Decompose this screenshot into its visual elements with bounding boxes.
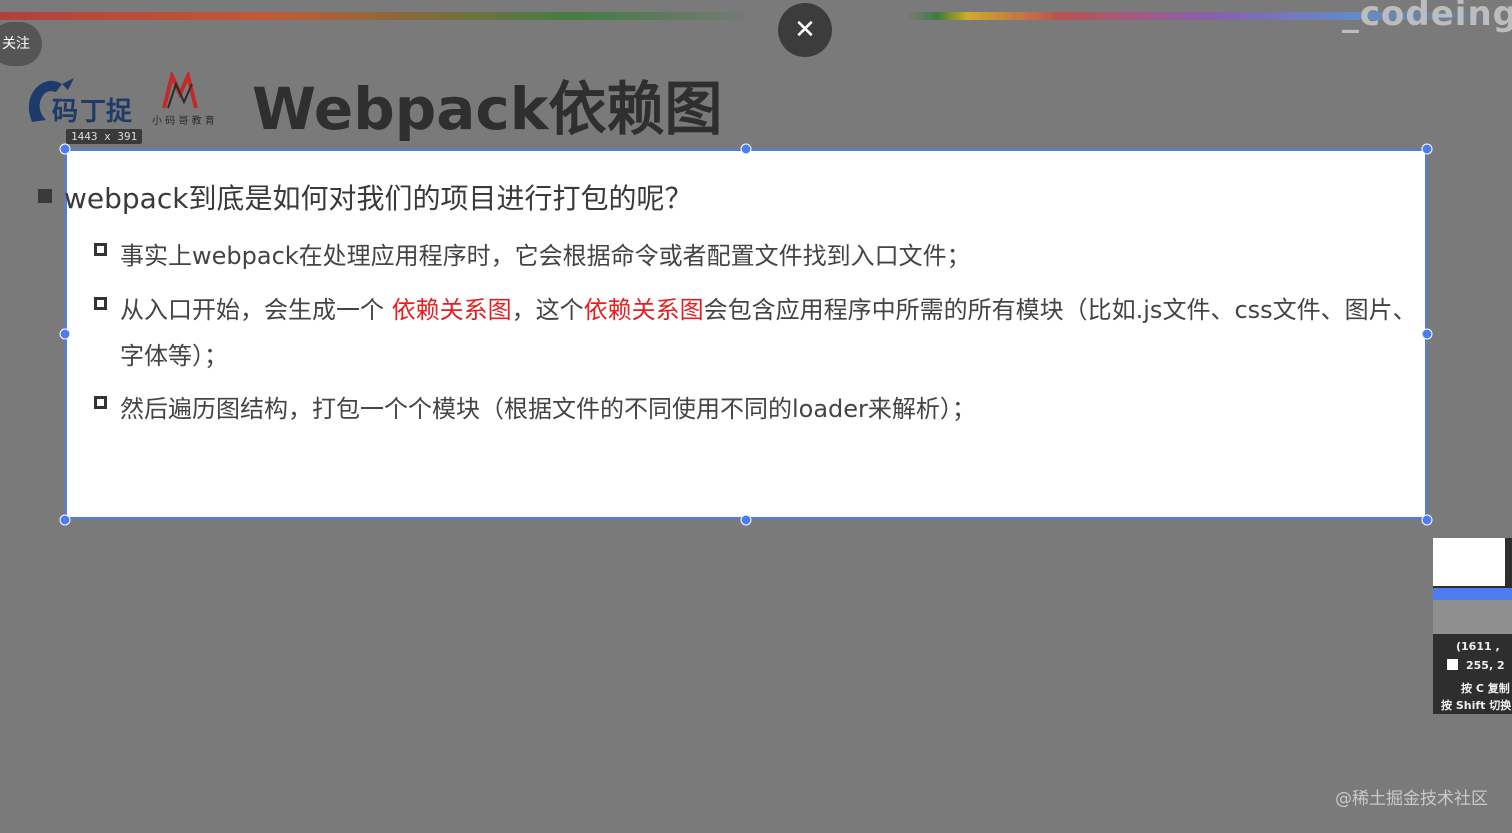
follow-button[interactable]: 关注 — [0, 22, 42, 66]
resize-handle-left[interactable] — [59, 328, 71, 340]
magnifier-preview — [1433, 538, 1505, 586]
rgb-value: 255, 2 — [1466, 659, 1505, 672]
list-item: 从入口开始，会生成一个 依赖关系图，这个依赖关系图会包含应用程序中所需的所有模块… — [120, 290, 1417, 325]
logo-subtitle: 小 码 哥 教 育 — [152, 114, 215, 127]
copy-hint: 按 C 复制 — [1461, 682, 1510, 695]
shift-hint: 按 Shift 切换 — [1441, 699, 1512, 712]
company-logo-icon: 小 码 哥 教 育 — [152, 72, 215, 127]
list-item: 然后遍历图结构，打包一个个模块（根据文件的不同使用不同的loader来解析）； — [120, 395, 976, 423]
list-item-text: ，这个 — [511, 296, 584, 324]
magnifier-preview-edge — [1433, 588, 1512, 600]
resize-handle-top-left[interactable] — [59, 143, 71, 155]
resize-handle-bottom-right[interactable] — [1421, 514, 1433, 526]
highlight-text: 依赖关系图 — [391, 296, 512, 324]
svg-text:码: 码 — [52, 97, 78, 127]
brand-watermark: _codeing — [1341, 0, 1512, 34]
checkbox-bullet-icon — [94, 396, 107, 409]
resize-handle-right[interactable] — [1421, 328, 1433, 340]
resize-handle-bottom-left[interactable] — [59, 514, 71, 526]
resize-handle-top-right[interactable] — [1421, 143, 1433, 155]
bullet-square-icon — [38, 189, 52, 203]
pointer-coords: (1611 , — [1456, 640, 1500, 653]
highlight-text: 依赖关系图 — [583, 296, 704, 324]
list-item-continuation: 字体等）； — [120, 342, 228, 370]
site-watermark: @稀土掘金技术社区 — [1335, 789, 1488, 809]
list-item-text: 从入口开始，会生成一个 — [120, 296, 392, 324]
checkbox-bullet-icon — [94, 243, 107, 256]
list-item: 事实上webpack在处理应用程序时，它会根据命令或者配置文件找到入口文件； — [120, 242, 971, 270]
resize-handle-bottom[interactable] — [740, 514, 752, 526]
magnifier-preview-bg — [1433, 600, 1512, 634]
svg-text:捉: 捉 — [106, 97, 133, 127]
list-item-text: 会包含应用程序中所需的所有模块（比如.js文件、css文件、图片、 — [703, 296, 1417, 324]
color-swatch — [1447, 659, 1458, 670]
video-progress-strip — [0, 0, 1512, 20]
svg-text:丁: 丁 — [80, 97, 106, 127]
selection-size-label: 1443 x 391 — [66, 129, 143, 144]
close-icon[interactable]: ✕ — [778, 3, 832, 57]
main-question: webpack到底是如何对我们的项目进行打包的呢？ — [64, 182, 693, 215]
checkbox-bullet-icon — [94, 297, 107, 310]
logo-icon: 码 丁 捉 — [28, 78, 133, 127]
resize-handle-top[interactable] — [740, 143, 752, 155]
page-title: Webpack依赖图 — [252, 75, 723, 143]
